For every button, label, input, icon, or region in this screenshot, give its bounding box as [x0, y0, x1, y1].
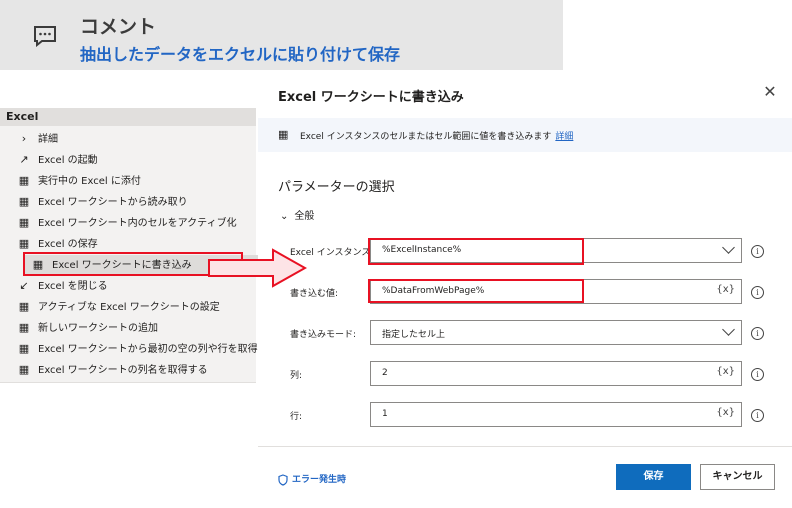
comment-banner: コメント 抽出したデータをエクセルに貼り付けて保存: [0, 0, 563, 70]
dialog-title: Excel ワークシートに書き込み: [278, 90, 464, 105]
comment-body: 抽出したデータをエクセルに貼り付けて保存: [80, 45, 401, 64]
highlight-value-to-write: [368, 279, 584, 303]
column-input[interactable]: 2 {x}: [370, 361, 742, 386]
info-text: Excel インスタンスのセルまたはセル範囲に値を書き込みます 詳細: [300, 132, 574, 142]
info-icon[interactable]: i: [751, 327, 764, 340]
actions-panel: Excel › 詳細 ↗ Excel の起動 ▦ 実行中の Excel に添付 ▦ Ex…: [0, 108, 260, 383]
excel-group-header[interactable]: Excel: [0, 108, 256, 126]
column-label: 列:: [290, 371, 303, 381]
row-value: 1: [382, 409, 388, 419]
sidebar-item-add-worksheet[interactable]: ▦ 新しいワークシートの追加: [16, 318, 158, 338]
excel-icon: ▦: [18, 174, 30, 187]
sidebar-item-set-active-worksheet[interactable]: ▦ アクティブな Excel ワークシートの設定: [16, 297, 220, 317]
chevron-down-icon: [722, 241, 735, 254]
sidebar-item-details[interactable]: › 詳細: [16, 129, 58, 149]
excel-icon: ▦: [278, 128, 289, 141]
info-icon[interactable]: i: [751, 245, 764, 258]
excel-icon: ▦: [18, 363, 30, 376]
comment-title: コメント: [80, 16, 157, 38]
sidebar-item-get-first-free[interactable]: ▦ Excel ワークシートから最初の空の列や行を取得: [16, 339, 258, 359]
cancel-button[interactable]: キャンセル: [700, 464, 775, 490]
sidebar-item-read-worksheet[interactable]: ▦ Excel ワークシートから読み取り: [16, 192, 188, 212]
chevron-down-icon: ⌄: [280, 211, 289, 222]
sidebar-item-get-column-names[interactable]: ▦ Excel ワークシートの列名を取得する: [16, 360, 208, 380]
sidebar-item-close-excel[interactable]: ↙ Excel を閉じる: [16, 276, 107, 296]
column-value: 2: [382, 368, 388, 378]
variable-icon[interactable]: {x}: [716, 366, 735, 377]
excel-icon: ▦: [18, 216, 30, 229]
sidebar-item-activate-cell[interactable]: ▦ Excel ワークシート内のセルをアクティブ化: [16, 213, 237, 233]
close-icon[interactable]: ✕: [760, 82, 780, 101]
chevron-down-icon: [722, 323, 735, 336]
footer-divider: [258, 446, 792, 447]
excel-icon: ▦: [18, 195, 30, 208]
red-arrow-icon: [208, 248, 307, 288]
section-general[interactable]: ⌄ 全般: [280, 207, 314, 222]
sidebar-item-attach-excel[interactable]: ▦ 実行中の Excel に添付: [16, 171, 141, 191]
chevron-right-icon: ›: [21, 132, 27, 145]
shield-icon: [278, 473, 288, 486]
row-input[interactable]: 1 {x}: [370, 402, 742, 427]
row-label: 行:: [290, 412, 303, 422]
excel-icon: ▦: [18, 300, 30, 313]
details-link[interactable]: 詳細: [555, 132, 573, 142]
variable-icon[interactable]: {x}: [716, 407, 735, 418]
save-button[interactable]: 保存: [616, 464, 691, 490]
excel-icon: ▦: [18, 321, 30, 334]
write-mode-label: 書き込みモード:: [290, 330, 357, 340]
comment-icon: [34, 26, 56, 47]
info-icon[interactable]: i: [751, 368, 764, 381]
sidebar-item-launch-excel[interactable]: ↗ Excel の起動: [16, 150, 97, 170]
close-arrow-icon: ↙: [19, 279, 29, 292]
info-icon[interactable]: i: [751, 286, 764, 299]
on-error-button[interactable]: エラー発生時: [278, 472, 346, 486]
write-mode-dropdown[interactable]: 指定したセル上: [370, 320, 742, 345]
excel-icon: ▦: [18, 237, 30, 250]
excel-group-label: Excel: [6, 110, 39, 123]
info-icon[interactable]: i: [751, 409, 764, 422]
sidebar-item-save-excel[interactable]: ▦ Excel の保存: [16, 234, 98, 254]
excel-icon: ▦: [18, 342, 30, 355]
variable-icon[interactable]: {x}: [716, 284, 735, 295]
write-mode-value: 指定したセル上: [382, 330, 446, 340]
launch-arrow-icon: ↗: [19, 153, 29, 166]
params-heading: パラメーターの選択: [278, 180, 395, 195]
highlight-excel-instance: [368, 238, 584, 265]
